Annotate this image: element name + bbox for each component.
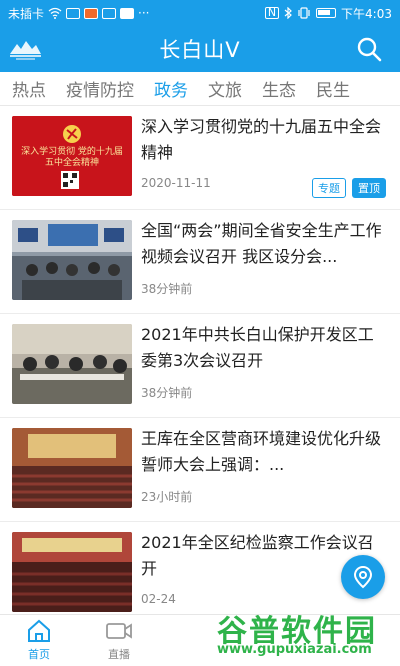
list-item[interactable]: 2021年中共长白山保护开发区工委第3次会议召开 38分钟前 bbox=[0, 314, 400, 418]
tab-government[interactable]: 政务 bbox=[144, 76, 198, 101]
category-tabs: 热点 疫情防控 政务 文旅 生态 民生 bbox=[0, 72, 400, 106]
thumbnail-caption: 深入学习贯彻 党的十九届五中全会精神 bbox=[21, 147, 123, 168]
tab-culture-tourism[interactable]: 文旅 bbox=[198, 76, 252, 101]
status-time: 下午4:03 bbox=[341, 6, 392, 21]
pinned-badge: 置顶 bbox=[352, 178, 386, 198]
article-time: 38分钟前 bbox=[141, 282, 193, 296]
tab-livelihood[interactable]: 民生 bbox=[306, 76, 360, 101]
wifi-icon bbox=[48, 7, 62, 19]
article-title: 2021年中共长白山保护开发区工委第3次会议召开 bbox=[141, 325, 374, 370]
article-time: 38分钟前 bbox=[141, 386, 193, 400]
notification-icon bbox=[84, 7, 99, 19]
notification-icon bbox=[120, 7, 135, 19]
topic-badge: 专题 bbox=[312, 178, 346, 198]
watermark: 谷普软件园 www.gupuxiazai.com bbox=[215, 606, 400, 666]
app-title: 长白山V bbox=[159, 38, 241, 62]
article-thumbnail bbox=[12, 428, 132, 508]
nav-home-label: 首页 bbox=[28, 648, 50, 661]
status-bar: 未插卡 ··· N 下午4:03 bbox=[0, 0, 400, 26]
list-item[interactable]: 王库在全区营商环境建设优化升级誓师大会上强调：... 23小时前 bbox=[0, 418, 400, 522]
watermark-url: www.gupuxiazai.com bbox=[217, 642, 372, 657]
article-thumbnail bbox=[12, 324, 132, 404]
carrier-text: 未插卡 bbox=[8, 6, 45, 21]
location-pin-icon bbox=[353, 565, 373, 589]
article-time: 23小时前 bbox=[141, 490, 193, 504]
bluetooth-icon bbox=[284, 7, 292, 19]
logo bbox=[10, 41, 41, 60]
nav-live[interactable]: 直播 bbox=[84, 619, 154, 662]
notification-icon bbox=[66, 7, 81, 19]
article-title: 王库在全区营商环境建设优化升级誓师大会上强调：... bbox=[141, 429, 382, 474]
home-icon bbox=[28, 619, 50, 642]
article-date: 02-24 bbox=[141, 592, 176, 606]
vibrate-icon bbox=[298, 7, 310, 19]
nfc-icon: N bbox=[264, 7, 280, 19]
search-icon[interactable] bbox=[356, 36, 382, 62]
notification-icon bbox=[102, 7, 117, 19]
battery-icon bbox=[316, 8, 337, 18]
article-thumbnail bbox=[12, 532, 132, 612]
tab-epidemic[interactable]: 疫情防控 bbox=[56, 76, 144, 101]
article-thumbnail: 深入学习贯彻 党的十九届五中全会精神 bbox=[12, 116, 132, 196]
tab-ecology[interactable]: 生态 bbox=[252, 76, 306, 101]
video-icon bbox=[106, 623, 132, 639]
article-title: 深入学习贯彻党的十九届五中全会精神 bbox=[141, 117, 382, 162]
more-icon: ··· bbox=[138, 6, 150, 20]
article-thumbnail bbox=[12, 220, 132, 300]
tab-hot[interactable]: 热点 bbox=[0, 76, 56, 101]
article-title: 全国“两会”期间全省安全生产工作视频会议召开 我区设分会... bbox=[141, 221, 382, 266]
app-header: 长白山V bbox=[0, 26, 400, 72]
nav-live-label: 直播 bbox=[108, 648, 130, 661]
list-item[interactable]: 深入学习贯彻 党的十九届五中全会精神 深入学习贯彻党的十九届五中全会精神 202… bbox=[0, 106, 400, 210]
location-button[interactable] bbox=[341, 555, 385, 599]
list-item[interactable]: 全国“两会”期间全省安全生产工作视频会议召开 我区设分会... 38分钟前 bbox=[0, 210, 400, 314]
article-date: 2020-11-11 bbox=[141, 176, 211, 190]
nav-home[interactable]: 首页 bbox=[4, 619, 74, 662]
